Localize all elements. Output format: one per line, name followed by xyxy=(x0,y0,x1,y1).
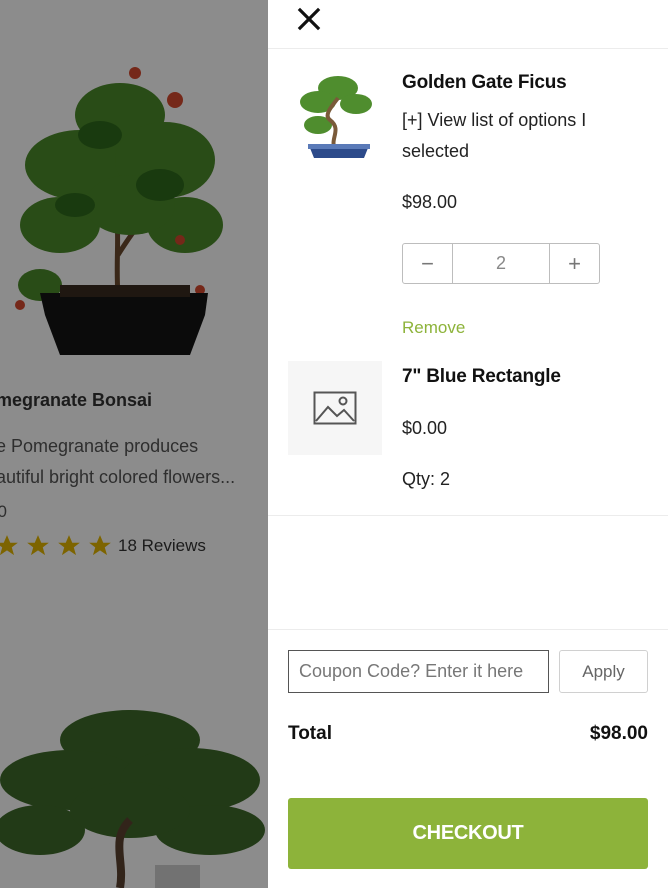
golden-gate-ficus-thumbnail[interactable] xyxy=(288,70,382,164)
quantity-input[interactable]: 2 xyxy=(452,244,550,283)
cart-item-price: $98.00 xyxy=(402,192,458,212)
cart-item-price: $0.00 xyxy=(402,418,448,438)
cart-item-name[interactable]: 7" Blue Rectangle xyxy=(402,366,561,388)
image-placeholder-icon xyxy=(313,391,357,425)
close-icon[interactable] xyxy=(296,6,322,32)
cart-item-name[interactable]: Golden Gate Ficus xyxy=(402,72,567,94)
total-value: $98.00 xyxy=(589,723,648,744)
total-label: Total xyxy=(288,723,332,744)
apply-coupon-button[interactable]: Apply xyxy=(559,650,648,693)
coupon-code-input[interactable] xyxy=(288,650,549,693)
divider xyxy=(268,515,668,516)
divider xyxy=(268,629,668,630)
decrement-button[interactable]: − xyxy=(403,244,452,283)
remove-item-link[interactable]: Remove xyxy=(402,318,465,338)
quantity-stepper: − 2 + xyxy=(402,243,600,284)
cart-drawer: Golden Gate Ficus [+] View list of optio… xyxy=(268,0,668,888)
view-options-link[interactable]: [+] View list of options I selected xyxy=(402,105,652,167)
image-placeholder xyxy=(288,361,382,455)
checkout-button[interactable]: CHECKOUT xyxy=(288,798,648,869)
divider xyxy=(268,48,668,49)
increment-button[interactable]: + xyxy=(550,244,599,283)
cart-item-quantity: Qty: 2 xyxy=(402,469,451,489)
